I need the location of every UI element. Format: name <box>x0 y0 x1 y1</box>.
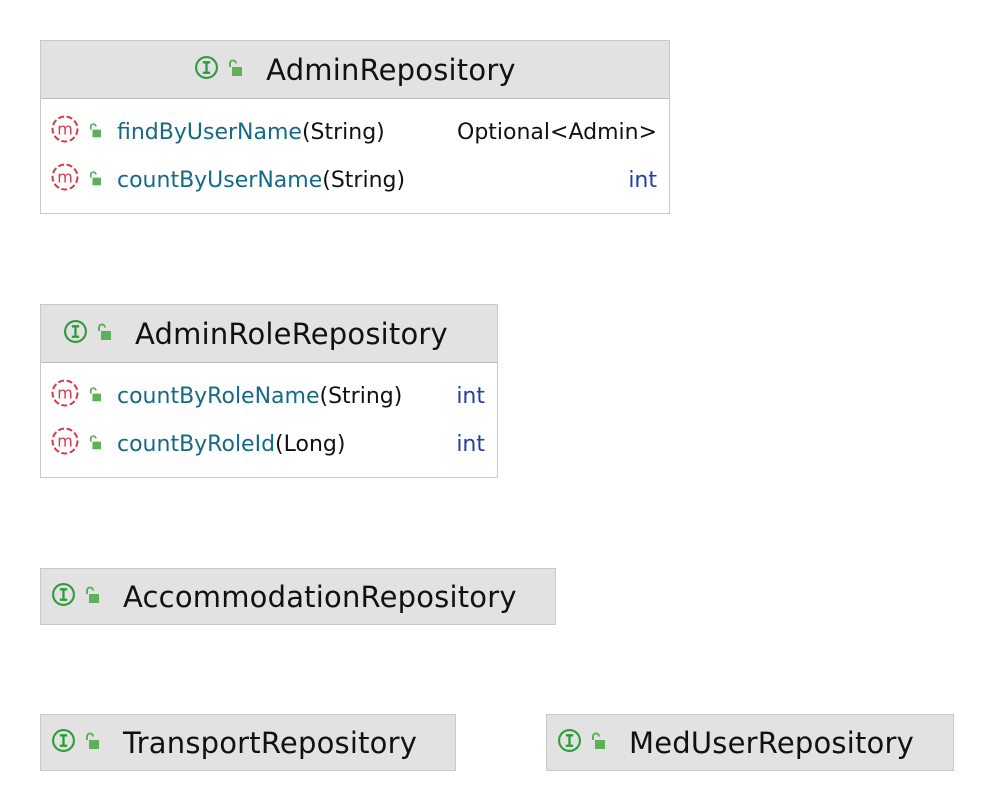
lock-open-icon <box>76 731 100 755</box>
interface-icon <box>63 319 88 348</box>
method-params: (String) <box>301 119 385 145</box>
class-node-transport-repository[interactable]: TransportRepository <box>40 714 456 771</box>
node-title: AdminRepository <box>266 52 516 87</box>
method-params: (Long) <box>275 431 346 457</box>
method-icon: m <box>51 115 79 149</box>
method-icon: m <box>51 379 79 413</box>
node-title: AccommodationRepository <box>123 579 517 614</box>
node-title: AdminRoleRepository <box>135 316 448 351</box>
node-header: AccommodationRepository <box>41 569 555 624</box>
method-params: (String) <box>322 167 406 193</box>
lock-open-icon <box>76 585 100 609</box>
method-name: countByRoleName <box>117 383 320 409</box>
method-return-type: int <box>456 431 485 457</box>
interface-icon <box>194 55 219 84</box>
lock-open-icon <box>79 384 102 409</box>
class-node-med-user-repository[interactable]: MedUserRepository <box>546 714 954 771</box>
node-header: MedUserRepository <box>547 715 953 770</box>
method-return-type: Optional<Admin> <box>457 119 657 145</box>
method-name: countByRoleId <box>117 431 276 457</box>
node-header: AdminRoleRepository <box>41 305 497 363</box>
method-params: (String) <box>319 383 403 409</box>
class-node-admin-repository[interactable]: AdminRepository m findByUserName (String)… <box>40 40 670 214</box>
method-icon: m <box>51 427 79 461</box>
svg-text:m: m <box>57 168 73 187</box>
method-name: findByUserName <box>117 119 302 145</box>
lock-open-icon <box>219 58 243 82</box>
method-name: countByUserName <box>117 167 323 193</box>
node-header: TransportRepository <box>41 715 455 770</box>
svg-text:m: m <box>57 120 73 139</box>
class-node-accommodation-repository[interactable]: AccommodationRepository <box>40 568 556 625</box>
svg-text:m: m <box>57 384 73 403</box>
method-row[interactable]: m countByUserName (String) int <box>41 156 669 204</box>
class-node-admin-role-repository[interactable]: AdminRoleRepository m countByRoleName (St… <box>40 304 498 478</box>
method-row[interactable]: m countByRoleId (Long) int <box>41 420 497 468</box>
interface-icon <box>51 582 76 611</box>
member-list: m findByUserName (String) Optional<Admin>… <box>41 99 669 211</box>
interface-icon <box>51 728 76 757</box>
node-title: MedUserRepository <box>629 725 914 760</box>
method-row[interactable]: m countByRoleName (String) int <box>41 372 497 420</box>
member-list: m countByRoleName (String) int m countByR… <box>41 363 497 475</box>
lock-open-icon <box>79 120 102 145</box>
lock-open-icon <box>582 731 606 755</box>
lock-open-icon <box>88 322 112 346</box>
lock-open-icon <box>79 168 102 193</box>
method-return-type: int <box>456 383 485 409</box>
method-row[interactable]: m findByUserName (String) Optional<Admin> <box>41 108 669 156</box>
method-icon: m <box>51 163 79 197</box>
method-return-type: int <box>628 167 657 193</box>
interface-icon <box>557 728 582 757</box>
svg-text:m: m <box>57 432 73 451</box>
lock-open-icon <box>79 432 102 457</box>
node-title: TransportRepository <box>123 725 418 760</box>
node-header: AdminRepository <box>41 41 669 99</box>
